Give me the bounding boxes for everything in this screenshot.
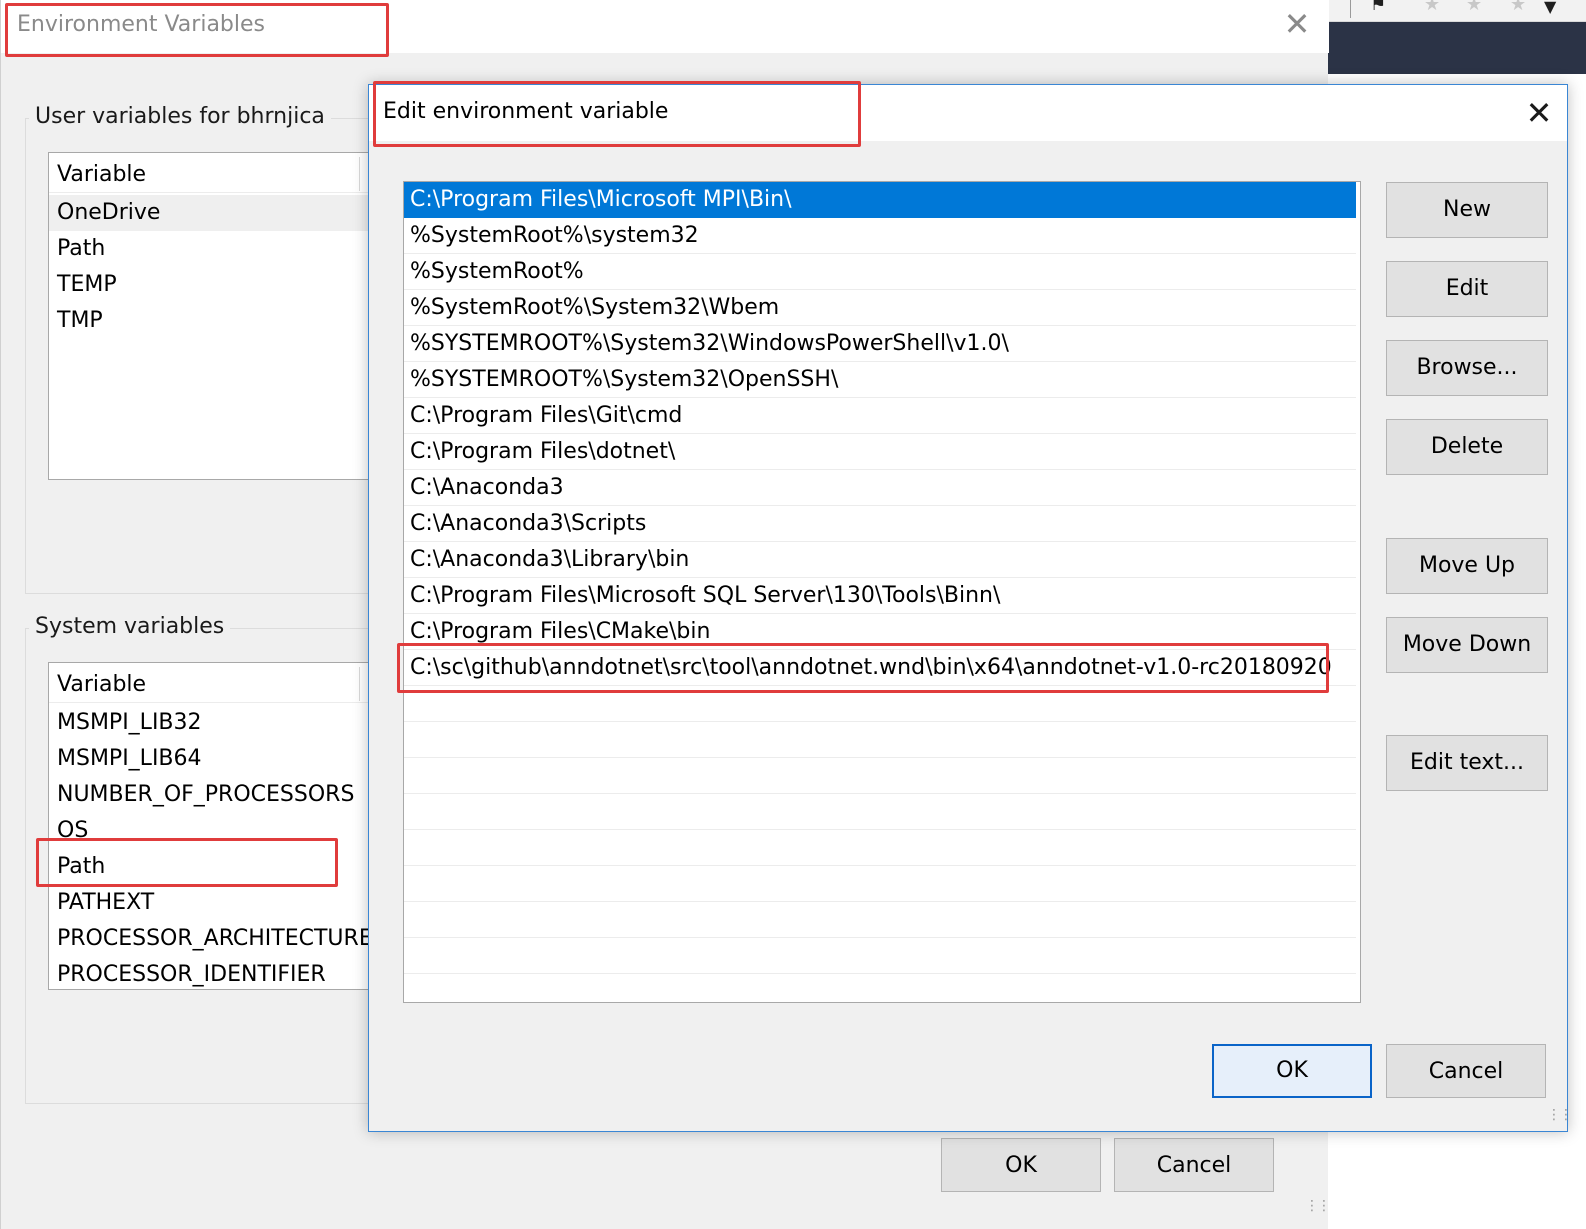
column-divider[interactable] bbox=[359, 667, 360, 701]
resize-grip-icon[interactable]: ⋮⋮ bbox=[1547, 1107, 1573, 1123]
chevron-down-icon[interactable]: ▼ bbox=[1544, 0, 1556, 16]
column-header-variable[interactable]: Variable bbox=[49, 153, 377, 193]
empty-row[interactable] bbox=[404, 902, 1356, 938]
system-variables-label: System variables bbox=[29, 614, 231, 639]
cancel-button[interactable]: Cancel bbox=[1386, 1044, 1546, 1098]
title-highlight-box bbox=[5, 3, 389, 57]
user-variables-label: User variables for bhrnjica bbox=[29, 104, 331, 129]
path-entry[interactable]: %SYSTEMROOT%\System32\WindowsPowerShell\… bbox=[404, 326, 1356, 362]
path-highlight-box bbox=[36, 838, 338, 887]
move-down-button[interactable]: Move Down bbox=[1386, 617, 1548, 673]
background-app-header bbox=[1328, 22, 1586, 74]
table-row[interactable]: Path bbox=[49, 231, 377, 267]
table-row[interactable]: TEMP bbox=[49, 267, 377, 303]
edit-environment-variable-dialog: Edit environment variable ✕ C:\Program F… bbox=[368, 81, 1573, 1132]
path-entry[interactable]: C:\Anaconda3\Scripts bbox=[404, 506, 1356, 542]
empty-row[interactable] bbox=[404, 866, 1356, 902]
browse-button[interactable]: Browse... bbox=[1386, 340, 1548, 396]
column-divider[interactable] bbox=[359, 157, 360, 191]
empty-row[interactable] bbox=[404, 758, 1356, 794]
system-variables-table[interactable]: Variable MSMPI_LIB32 MSMPI_LIB64 NUMBER_… bbox=[48, 662, 378, 990]
table-row[interactable]: TMP bbox=[49, 303, 377, 339]
bookmark-icon[interactable]: ⚑ bbox=[1370, 0, 1386, 14]
toolbar-divider bbox=[1350, 0, 1351, 18]
path-entry[interactable]: %SystemRoot%\System32\Wbem bbox=[404, 290, 1356, 326]
close-icon[interactable]: ✕ bbox=[1279, 6, 1315, 42]
close-icon[interactable]: ✕ bbox=[1519, 93, 1559, 133]
table-row[interactable]: PATHEXT bbox=[49, 885, 377, 921]
path-entry[interactable]: C:\Program Files\Git\cmd bbox=[404, 398, 1356, 434]
table-row[interactable]: PROCESSOR_IDENTIFIER bbox=[49, 957, 377, 989]
move-up-button[interactable]: Move Up bbox=[1386, 538, 1548, 594]
table-row[interactable]: MSMPI_LIB64 bbox=[49, 741, 377, 777]
path-entry[interactable]: C:\Program Files\Microsoft MPI\Bin\ bbox=[404, 182, 1356, 218]
star-icon[interactable]: ★ bbox=[1510, 0, 1526, 14]
edit-text-button[interactable]: Edit text... bbox=[1386, 735, 1548, 791]
table-row[interactable]: MSMPI_LIB32 bbox=[49, 705, 377, 741]
path-entry[interactable]: %SYSTEMROOT%\System32\OpenSSH\ bbox=[404, 362, 1356, 398]
empty-row[interactable] bbox=[404, 722, 1356, 758]
dialog-title-highlight-box bbox=[373, 81, 861, 147]
empty-row[interactable] bbox=[404, 794, 1356, 830]
table-row[interactable]: OneDrive bbox=[49, 195, 377, 231]
delete-button[interactable]: Delete bbox=[1386, 419, 1548, 475]
ok-button[interactable]: OK bbox=[1212, 1044, 1372, 1098]
star-icon[interactable]: ★ bbox=[1466, 0, 1482, 14]
column-header-variable[interactable]: Variable bbox=[49, 663, 377, 703]
table-row[interactable]: NUMBER_OF_PROCESSORS bbox=[49, 777, 377, 813]
empty-row[interactable] bbox=[404, 830, 1356, 866]
empty-row[interactable] bbox=[404, 938, 1356, 974]
path-entry[interactable]: C:\Program Files\dotnet\ bbox=[404, 434, 1356, 470]
new-button[interactable]: New bbox=[1386, 182, 1548, 238]
user-variables-table[interactable]: Variable OneDrive Path TEMP TMP bbox=[48, 152, 378, 480]
path-entries-list[interactable]: C:\Program Files\Microsoft MPI\Bin\ %Sys… bbox=[403, 181, 1361, 1003]
path-entry[interactable]: C:\Anaconda3\Library\bin bbox=[404, 542, 1356, 578]
new-path-highlight-box bbox=[397, 643, 1329, 693]
edit-button[interactable]: Edit bbox=[1386, 261, 1548, 317]
ok-button[interactable]: OK bbox=[941, 1138, 1101, 1192]
path-entry[interactable]: %SystemRoot%\system32 bbox=[404, 218, 1356, 254]
path-entry[interactable]: C:\Anaconda3 bbox=[404, 470, 1356, 506]
path-entry[interactable]: C:\Program Files\Microsoft SQL Server\13… bbox=[404, 578, 1356, 614]
resize-grip-icon[interactable]: ⋮⋮ bbox=[1305, 1198, 1331, 1214]
cancel-button[interactable]: Cancel bbox=[1114, 1138, 1274, 1192]
path-entry[interactable]: %SystemRoot% bbox=[404, 254, 1356, 290]
table-row[interactable]: PROCESSOR_ARCHITECTURE bbox=[49, 921, 377, 957]
star-icon[interactable]: ★ bbox=[1424, 0, 1440, 14]
